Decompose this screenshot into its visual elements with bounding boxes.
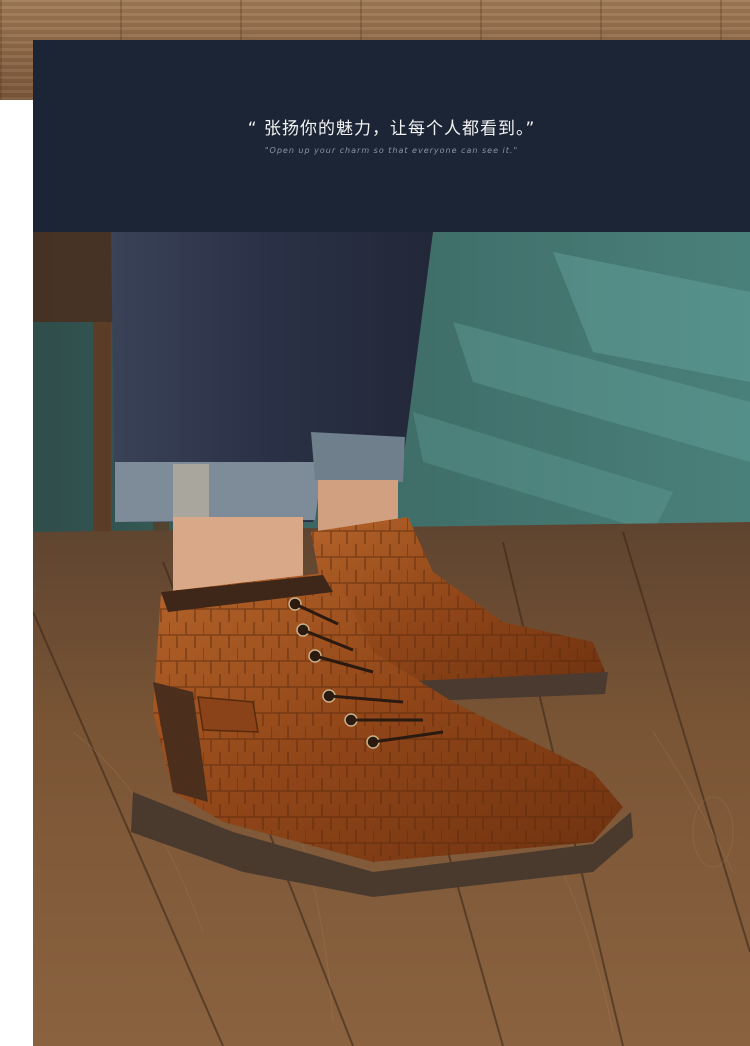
boots-photo (33, 232, 750, 1046)
slogan-banner: “ 张扬你的魅力，让每个人都看到。” "Open up your charm s… (33, 40, 750, 232)
left-margin (0, 100, 33, 1046)
boots-illustration (33, 232, 750, 1046)
slogan-english: "Open up your charm so that everyone can… (264, 146, 519, 155)
jeans-cuff (115, 462, 323, 522)
wooden-chair (33, 232, 113, 322)
ankle-strap (197, 696, 259, 733)
slogan-chinese: “ 张扬你的魅力，让每个人都看到。” (247, 119, 536, 139)
